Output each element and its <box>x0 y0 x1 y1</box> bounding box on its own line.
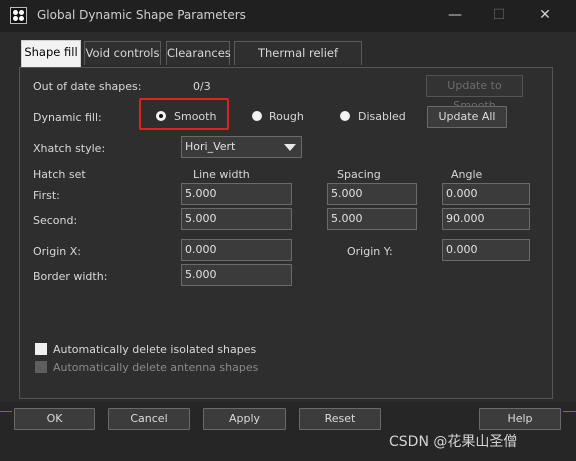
tab-shape-fill[interactable]: Shape fill <box>21 40 81 68</box>
reset-button[interactable]: Reset <box>299 408 381 430</box>
window-title: Global Dynamic Shape Parameters <box>37 8 246 22</box>
app-icon <box>10 7 27 24</box>
spacing-header: Spacing <box>337 168 381 181</box>
tab-clearances[interactable]: Clearances <box>166 41 231 65</box>
xhatch-style-label: Xhatch style: <box>33 142 106 155</box>
origin-y-label: Origin Y: <box>347 245 393 258</box>
tab-thermal-relief-connects[interactable]: Thermal relief connects <box>234 41 362 82</box>
border-width-label: Border width: <box>33 270 108 283</box>
out-of-date-value: 0/3 <box>193 80 211 93</box>
radio-disabled[interactable] <box>340 111 350 121</box>
xhatch-style-value: Hori_Vert <box>185 140 236 153</box>
xhatch-style-select[interactable]: Hori_Vert <box>181 136 302 158</box>
radio-rough[interactable] <box>252 111 262 121</box>
smooth-highlight-box <box>139 98 229 130</box>
second-spacing-input[interactable]: 5.000 <box>327 208 417 230</box>
ok-button[interactable]: OK <box>14 408 95 430</box>
maximize-icon: ☐ <box>492 7 506 23</box>
out-of-date-label: Out of date shapes: <box>33 80 142 93</box>
first-label: First: <box>33 189 60 202</box>
tab-void-controls[interactable]: Void controls <box>84 41 161 65</box>
second-angle-input[interactable]: 90.000 <box>442 208 530 230</box>
first-line-width-input[interactable]: 5.000 <box>181 183 292 205</box>
chevron-down-icon <box>284 144 296 151</box>
close-icon[interactable]: ✕ <box>522 0 568 32</box>
watermark-text: CSDN @花果山圣僧 <box>389 434 518 450</box>
radio-disabled-label[interactable]: Disabled <box>358 110 406 123</box>
radio-rough-label[interactable]: Rough <box>269 110 304 123</box>
cancel-button[interactable]: Cancel <box>108 408 190 430</box>
first-angle-input[interactable]: 0.000 <box>442 183 530 205</box>
update-all-button[interactable]: Update All <box>427 106 507 128</box>
origin-x-label: Origin X: <box>33 245 81 258</box>
line-width-header: Line width <box>193 168 250 181</box>
apply-button[interactable]: Apply <box>203 408 286 430</box>
help-button[interactable]: Help <box>479 408 561 430</box>
second-line-width-input[interactable]: 5.000 <box>181 208 292 230</box>
first-spacing-input[interactable]: 5.000 <box>327 183 417 205</box>
origin-y-input[interactable]: 0.000 <box>442 239 530 261</box>
auto-delete-antenna-label: Automatically delete antenna shapes <box>53 361 259 374</box>
dynamic-fill-label: Dynamic fill: <box>33 111 102 124</box>
auto-delete-isolated-label[interactable]: Automatically delete isolated shapes <box>53 343 256 356</box>
dialog-window: Global Dynamic Shape Parameters — ☐ ✕ Sh… <box>0 0 576 461</box>
title-bar[interactable]: Global Dynamic Shape Parameters — ☐ ✕ <box>0 0 576 32</box>
second-label: Second: <box>33 214 78 227</box>
auto-delete-antenna-checkbox <box>35 361 47 373</box>
origin-x-input[interactable]: 0.000 <box>181 239 292 261</box>
hatch-set-label: Hatch set <box>33 168 86 181</box>
background-trace <box>563 411 576 412</box>
angle-header: Angle <box>451 168 483 181</box>
background-trace <box>0 411 12 412</box>
border-width-input[interactable]: 5.000 <box>181 264 292 286</box>
update-to-smooth-button[interactable]: Update to Smooth <box>426 75 523 112</box>
minimize-icon[interactable]: — <box>432 0 478 32</box>
auto-delete-isolated-checkbox[interactable] <box>35 343 47 355</box>
